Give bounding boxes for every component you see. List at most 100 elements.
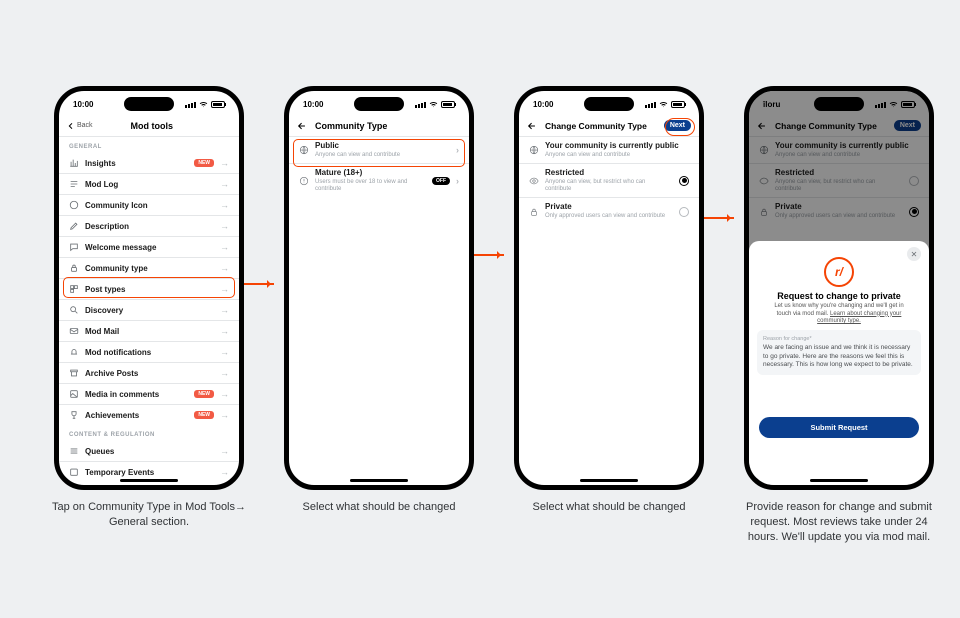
row-discovery[interactable]: Discovery→: [59, 299, 239, 320]
dynamic-island: [124, 97, 174, 111]
eye-icon: [529, 176, 539, 186]
new-badge: NEW: [194, 390, 214, 398]
row-media[interactable]: Media in comments NEW→: [59, 383, 239, 404]
globe-icon: [529, 145, 539, 155]
mod-tools-list[interactable]: GENERAL Insights NEW → Mod Log→ Communit…: [59, 137, 239, 482]
row-insights[interactable]: Insights NEW →: [59, 153, 239, 173]
row-community-type[interactable]: Community type→: [59, 257, 239, 278]
reason-text: We are facing an issue and we think it i…: [763, 344, 913, 367]
row-description[interactable]: Description→: [59, 215, 239, 236]
search-icon: [69, 305, 79, 315]
row-community-icon[interactable]: Community Icon→: [59, 194, 239, 215]
request-sheet: ✕ r/ Request to change to private Let us…: [749, 241, 929, 485]
phone-frame-2: 10:00 Community Type PublicAnyone can vi…: [284, 86, 474, 490]
dynamic-island: [814, 97, 864, 111]
row-welcome[interactable]: Welcome message→: [59, 236, 239, 257]
signal-icon: [645, 102, 656, 108]
lock-icon: [69, 263, 79, 273]
learn-more-link[interactable]: Learn about changing your community type…: [817, 311, 901, 325]
nav-bar: Back Mod tools: [59, 115, 239, 137]
battery-icon: [211, 101, 225, 108]
mature-icon: [299, 176, 309, 186]
back-button[interactable]: [527, 121, 537, 131]
nav-bar: Community Type: [289, 115, 469, 137]
mail-icon: [69, 326, 79, 336]
signal-icon: [415, 102, 426, 108]
bell-icon: [69, 347, 79, 357]
status-time: 10:00: [533, 100, 553, 109]
option-private[interactable]: PrivateOnly approved users can view and …: [519, 197, 699, 224]
chat-icon: [69, 242, 79, 252]
option-mature[interactable]: Mature (18+)Users must be over 18 to vie…: [289, 163, 469, 197]
row-achievements[interactable]: Achievements NEW→: [59, 404, 239, 425]
caption-4: Provide reason for change and submit req…: [736, 500, 942, 545]
status-time: 10:00: [73, 100, 93, 109]
caption-1: Tap on Community Type in Mod Tools→ Gene…: [46, 500, 252, 530]
row-post-types[interactable]: Post types→: [59, 278, 239, 299]
option-public[interactable]: PublicAnyone can view and contribute ›: [289, 137, 469, 163]
home-indicator: [810, 479, 868, 482]
section-content: CONTENT & REGULATION: [59, 425, 239, 441]
back-button[interactable]: Back: [67, 122, 93, 130]
submit-button[interactable]: Submit Request: [759, 417, 919, 438]
sub-logo: r/: [824, 257, 854, 287]
caption-3: Select what should be changed: [506, 500, 712, 515]
archive-icon: [69, 368, 79, 378]
phone-frame-4: îloru 9:41 Change Community Type Next Yo…: [744, 86, 934, 490]
trophy-icon: [69, 410, 79, 420]
battery-icon: [441, 101, 455, 108]
signal-icon: [185, 102, 196, 108]
page-title: Mod tools: [97, 121, 207, 131]
pencil-icon: [69, 221, 79, 231]
dynamic-island: [584, 97, 634, 111]
phone-frame-3: 10:00 Change Community Type Next Your co…: [514, 86, 704, 490]
close-button[interactable]: ✕: [907, 247, 921, 261]
home-indicator: [580, 479, 638, 482]
next-button[interactable]: Next: [664, 120, 691, 131]
image-icon: [69, 389, 79, 399]
grid-icon: [69, 284, 79, 294]
row-archive[interactable]: Archive Posts→: [59, 362, 239, 383]
radio-selected[interactable]: [679, 176, 689, 186]
current-type: Your community is currently publicAnyone…: [519, 137, 699, 163]
tutorial-stage: 10:00 Back Mod tools GENERAL Insights NE…: [0, 0, 960, 618]
reason-input[interactable]: Reason for change* We are facing an issu…: [757, 330, 921, 375]
back-button[interactable]: [297, 121, 307, 131]
caption-2: Select what should be changed: [276, 500, 482, 515]
new-badge: NEW: [194, 411, 214, 419]
chevron-right-icon: →: [220, 158, 229, 168]
phone-frame-1: 10:00 Back Mod tools GENERAL Insights NE…: [54, 86, 244, 490]
row-modnotif[interactable]: Mod notifications→: [59, 341, 239, 362]
home-indicator: [350, 479, 408, 482]
dynamic-island: [354, 97, 404, 111]
chart-icon: [69, 158, 79, 168]
reason-hint: Reason for change*: [763, 336, 915, 343]
list-icon: [69, 179, 79, 189]
toggle-off[interactable]: OFF: [432, 177, 450, 185]
option-restricted[interactable]: RestrictedAnyone can view, but restrict …: [519, 163, 699, 197]
lock-icon: [529, 207, 539, 217]
community-icon: [69, 200, 79, 210]
radio-unselected[interactable]: [679, 207, 689, 217]
step-4: îloru 9:41 Change Community Type Next Yo…: [736, 86, 942, 545]
new-badge: NEW: [194, 159, 214, 167]
battery-icon: [671, 101, 685, 108]
sheet-description: Let us know why you're changing and we'l…: [767, 303, 911, 326]
row-queues[interactable]: Queues→: [59, 441, 239, 461]
calendar-icon: [69, 467, 79, 477]
globe-icon: [299, 145, 309, 155]
queue-icon: [69, 446, 79, 456]
home-indicator: [120, 479, 178, 482]
nav-bar: Change Community Type Next: [519, 115, 699, 137]
row-modlog[interactable]: Mod Log→: [59, 173, 239, 194]
chevron-right-icon: ›: [456, 176, 459, 186]
step-1: 10:00 Back Mod tools GENERAL Insights NE…: [46, 86, 252, 530]
page-title: Community Type: [315, 121, 461, 131]
chevron-right-icon: ›: [456, 145, 459, 155]
sheet-title: Request to change to private: [749, 291, 929, 301]
row-modmail[interactable]: Mod Mail→: [59, 320, 239, 341]
wifi-icon: [429, 100, 438, 109]
step-2: 10:00 Community Type PublicAnyone can vi…: [276, 86, 482, 515]
section-general: GENERAL: [59, 137, 239, 153]
status-time: 10:00: [303, 100, 323, 109]
